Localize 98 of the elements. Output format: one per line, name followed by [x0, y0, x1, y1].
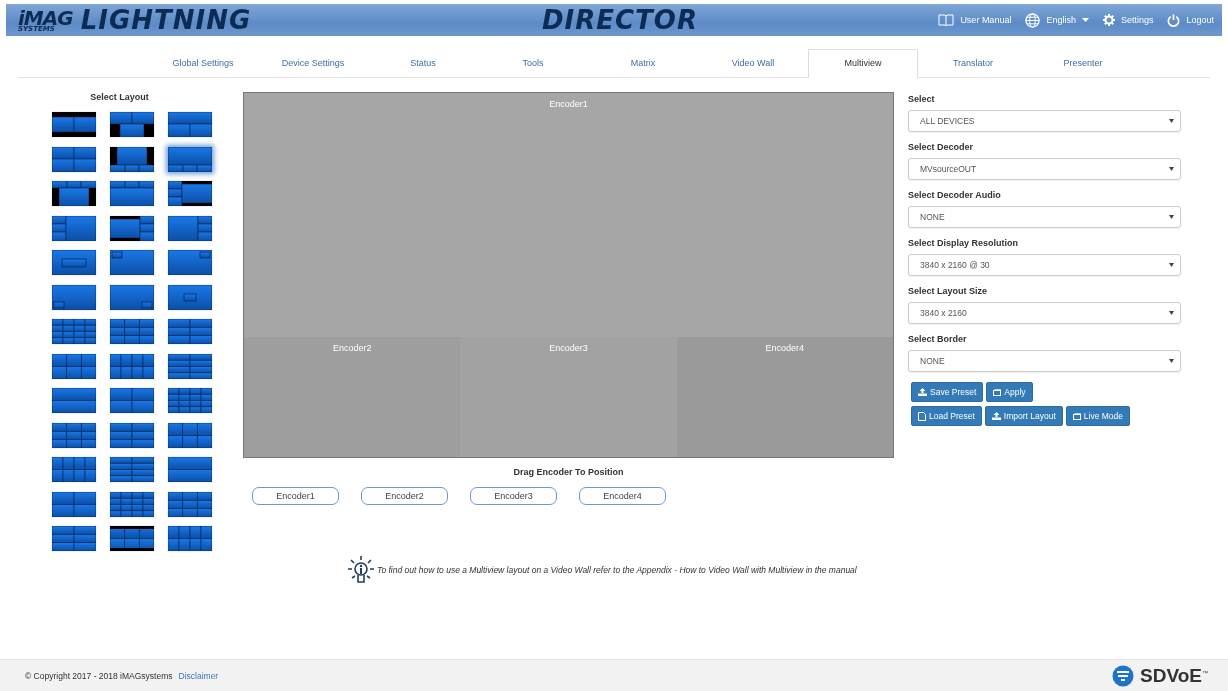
dropdown-field[interactable]: 3840 x 2160 [908, 302, 1181, 324]
nav-tab[interactable]: Multiview [808, 49, 918, 78]
brand-logo: SDVoE$^{™}$ [1140, 664, 1208, 687]
section-title: Drag Encoder To Position [512, 467, 625, 477]
caret-icon [1169, 311, 1174, 315]
tip-text: To find out how to use a Multiview layout on a Video Wall refer to the Appendix - How to Video Wall with Multiview in the manual [377, 565, 857, 575]
layout-thumbnail[interactable] [52, 146, 96, 172]
field-label: Select Decoder [908, 142, 975, 152]
layout-thumbnail[interactable] [52, 526, 96, 551]
layout-thumbnail[interactable] [110, 353, 154, 379]
layout-thumbnail[interactable] [110, 457, 154, 482]
layout-thumbnail[interactable] [168, 319, 212, 344]
nav-tab[interactable]: Device Settings [258, 49, 368, 77]
field-label: Select Border [908, 334, 968, 344]
layout-thumbnail[interactable] [110, 491, 154, 517]
globe-icon [1025, 12, 1041, 28]
copyright-text: © Copyright 2017 - 2018 iMAGsystems [25, 670, 173, 681]
dropdown-field[interactable]: NONE [908, 206, 1181, 228]
nav-tab[interactable]: Matrix [588, 49, 698, 77]
action-button[interactable]: Save Preset [911, 382, 984, 402]
square-icon [993, 388, 1002, 396]
layout-thumbnail[interactable] [110, 112, 154, 137]
dropdown-field[interactable]: NONE [908, 350, 1181, 372]
layout-thumbnail[interactable] [52, 457, 96, 482]
disclaimer-link[interactable]: Disclaimer [178, 670, 219, 681]
header-link[interactable]: English [1025, 12, 1089, 28]
caret-icon [1169, 119, 1174, 123]
square-icon [1072, 412, 1081, 420]
action-button[interactable]: Apply [986, 382, 1033, 402]
layout-thumbnail[interactable] [168, 491, 212, 517]
layout-thumbnail[interactable] [52, 284, 96, 310]
encoder-chip[interactable]: Encoder4 [579, 487, 666, 505]
section-title: Select Layout [89, 92, 150, 102]
nav-tab[interactable]: Presenter [1028, 49, 1138, 77]
layout-thumbnail[interactable] [168, 457, 212, 482]
caret-icon [1169, 215, 1174, 219]
caret-icon [1169, 359, 1174, 363]
layout-thumbnail[interactable] [52, 319, 96, 344]
layout-thumbnail[interactable] [168, 353, 212, 379]
layout-thumbnail[interactable] [52, 422, 96, 448]
layout-thumbnail[interactable] [168, 526, 212, 551]
layout-thumbnail[interactable] [52, 181, 96, 206]
header-link[interactable]: User Manual [938, 14, 1012, 26]
layout-thumbnail[interactable] [168, 284, 212, 310]
caret-icon [1169, 167, 1174, 171]
nav-tab[interactable]: Translator [918, 49, 1028, 77]
layout-thumbnail[interactable] [52, 353, 96, 379]
header-link[interactable]: Logout [1167, 13, 1214, 27]
layout-thumbnail[interactable] [110, 319, 154, 344]
layout-thumbnail[interactable] [168, 388, 212, 413]
dropdown-field[interactable]: 3840 x 2160 @ 30 [908, 254, 1181, 276]
field-label: Select Display Resolution [908, 238, 1020, 248]
action-button[interactable]: Live Mode [1065, 406, 1131, 426]
nav-tab[interactable]: Global Settings [148, 49, 258, 77]
layout-thumbnail[interactable] [110, 422, 154, 448]
upload-icon [991, 412, 1001, 420]
layout-thumbnail[interactable] [168, 181, 212, 206]
layout-thumbnail[interactable] [110, 146, 154, 172]
layout-thumbnail[interactable] [52, 250, 96, 275]
encoder-chip[interactable]: Encoder1 [252, 487, 339, 505]
layout-thumbnail[interactable] [168, 422, 212, 448]
layout-thumbnail[interactable] [110, 181, 154, 206]
settings-icon [1102, 14, 1115, 26]
caret-icon [1169, 263, 1174, 267]
app-title: DIRECTOR [542, 7, 698, 33]
field-label: Select [908, 94, 936, 104]
nav-tab[interactable]: Video Wall [698, 49, 808, 77]
book-icon [938, 14, 955, 26]
shield-logo-icon [1112, 664, 1135, 687]
layout-thumbnail[interactable] [168, 250, 212, 275]
product-name: LIGHTNING [80, 7, 252, 33]
layout-thumbnail[interactable] [110, 250, 154, 275]
file-icon [918, 411, 926, 421]
dropdown-field[interactable]: ALL DEVICES [908, 110, 1181, 132]
layout-thumbnail[interactable] [168, 215, 212, 241]
encoder-chip[interactable]: Encoder2 [361, 487, 448, 505]
field-label: Select Layout Size [908, 286, 989, 296]
layout-thumbnail[interactable] [110, 284, 154, 310]
lightbulb-icon [348, 555, 374, 585]
layout-thumbnail[interactable] [52, 491, 96, 517]
layout-thumbnail[interactable] [110, 215, 154, 241]
header-link[interactable]: Settings [1102, 14, 1154, 26]
layout-thumbnail[interactable] [110, 526, 154, 551]
layout-thumbnail[interactable] [168, 112, 212, 137]
dropdown-field[interactable]: MVsourceOUT [908, 158, 1181, 180]
power-icon [1167, 13, 1181, 27]
field-label: Select Decoder Audio [908, 190, 1002, 200]
layout-thumbnail[interactable] [168, 146, 212, 172]
action-button[interactable]: Load Preset [911, 406, 982, 426]
encoder-chip[interactable]: Encoder3 [470, 487, 557, 505]
upload-icon [918, 388, 927, 396]
layout-thumbnail[interactable] [52, 215, 96, 241]
nav-tab[interactable]: Status [368, 49, 478, 77]
caret-icon [1081, 18, 1089, 22]
action-button[interactable]: Import Layout [984, 406, 1063, 426]
layout-thumbnail[interactable] [52, 388, 96, 413]
layout-thumbnail[interactable] [110, 388, 154, 413]
nav-tab[interactable]: Tools [478, 49, 588, 77]
